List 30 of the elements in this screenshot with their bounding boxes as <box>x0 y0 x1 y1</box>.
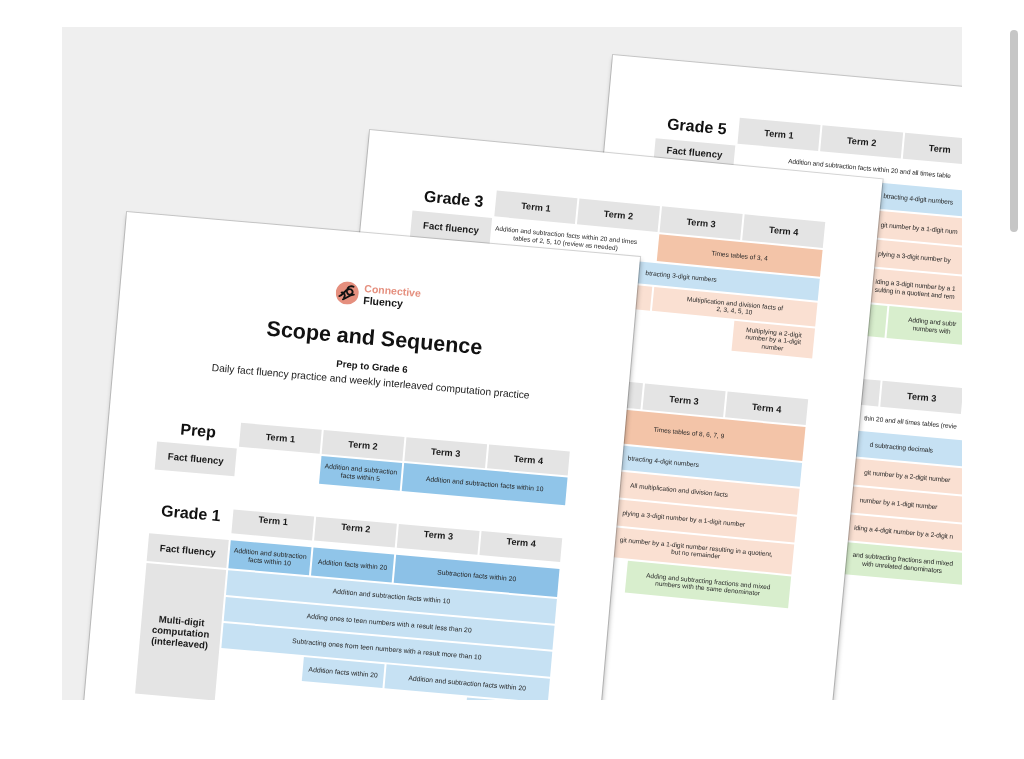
row-header: Fact fluency <box>409 210 493 245</box>
column-header: Term 1 <box>737 117 821 151</box>
column-header: Term 2 <box>576 198 661 233</box>
row-header: Fact fluency <box>154 441 237 477</box>
grade-heading: Grade 5 <box>666 115 728 139</box>
column-header: Term 4 <box>742 214 826 248</box>
column-header: Term 2 <box>820 125 904 159</box>
column-header: Term 2 <box>321 430 405 461</box>
knot-icon <box>335 280 360 305</box>
column-header: Term 3 <box>659 206 743 240</box>
column-header: Term 4 <box>479 531 563 563</box>
column-header: Term 1 <box>238 422 322 454</box>
column-header: Term 3 <box>404 437 488 469</box>
column-header: Term <box>902 132 962 165</box>
document-title: Scope and Sequence <box>265 315 484 360</box>
column-header: Term 2 <box>314 516 397 548</box>
column-header: Term 1 <box>231 509 315 541</box>
column-header: Term 1 <box>494 190 578 225</box>
column-header: Term 4 <box>725 391 809 426</box>
scrollbar-thumb[interactable] <box>1010 30 1018 232</box>
row-header: Multi-digit computation (interleaved) <box>135 563 227 700</box>
column-header: Term 3 <box>642 383 726 418</box>
column-header: Term 3 <box>396 523 480 555</box>
row-header: Fact fluency <box>146 533 229 568</box>
grade-heading: Grade 3 <box>423 187 485 212</box>
column-header: Term 3 <box>880 380 962 414</box>
grade-heading: Prep <box>179 420 217 442</box>
column-header: Term 4 <box>487 444 570 476</box>
grade-heading: Grade 1 <box>160 502 222 526</box>
document-subtitle: Prep to Grade 6 <box>335 357 409 376</box>
